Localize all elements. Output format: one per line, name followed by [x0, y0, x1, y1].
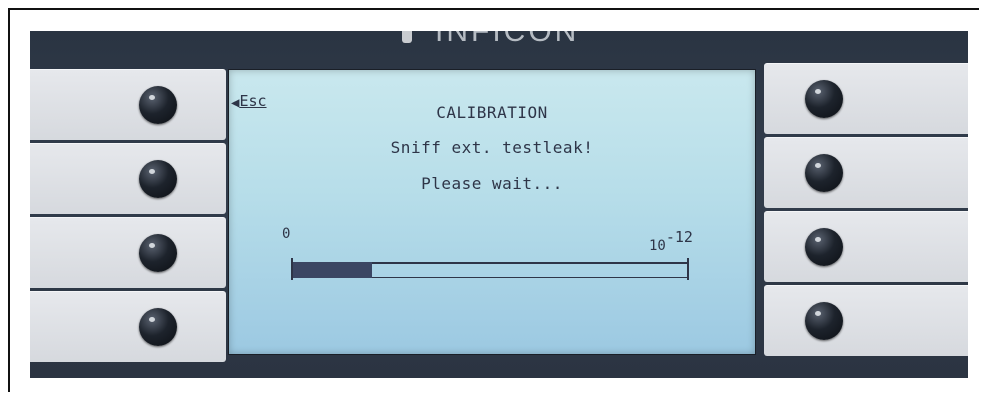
softkey-left-1[interactable] [30, 69, 226, 140]
right-softkeys [764, 63, 968, 359]
screen-title: CALIBRATION [436, 103, 548, 122]
softkey-knob-icon [139, 234, 177, 272]
brand-mark [402, 31, 412, 43]
screen-message: Sniff ext. testleak! [390, 138, 594, 157]
softkey-knob-icon [805, 302, 843, 340]
softkey-right-2[interactable] [764, 137, 968, 208]
lcd-display: ◀Esc CALIBRATION Sniff ext. testleak! Pl… [228, 69, 756, 355]
softkey-left-3[interactable] [30, 217, 226, 288]
screen-status: Please wait... [421, 174, 563, 193]
softkey-knob-icon [805, 154, 843, 192]
scale-max-base: 10 [649, 238, 666, 254]
softkey-knob-icon [139, 160, 177, 198]
softkey-knob-icon [139, 308, 177, 346]
device-panel: INFICON ◀Esc CALIBRATION Sniff ext. test… [30, 31, 968, 378]
softkey-right-3[interactable] [764, 211, 968, 282]
scale-max-label: 10-12 [649, 228, 693, 254]
softkey-knob-icon [805, 228, 843, 266]
progress-fill [293, 262, 372, 278]
progress-bar [291, 258, 689, 280]
brand-logo: INFICON [435, 31, 580, 48]
scale-min-label: 0 [282, 226, 291, 242]
left-softkeys [30, 69, 226, 365]
softkey-left-4[interactable] [30, 291, 226, 362]
softkey-right-4[interactable] [764, 285, 968, 356]
softkey-knob-icon [139, 86, 177, 124]
softkey-left-2[interactable] [30, 143, 226, 214]
softkey-right-1[interactable] [764, 63, 968, 134]
scale-max-exponent: -12 [665, 228, 693, 246]
softkey-knob-icon [805, 80, 843, 118]
